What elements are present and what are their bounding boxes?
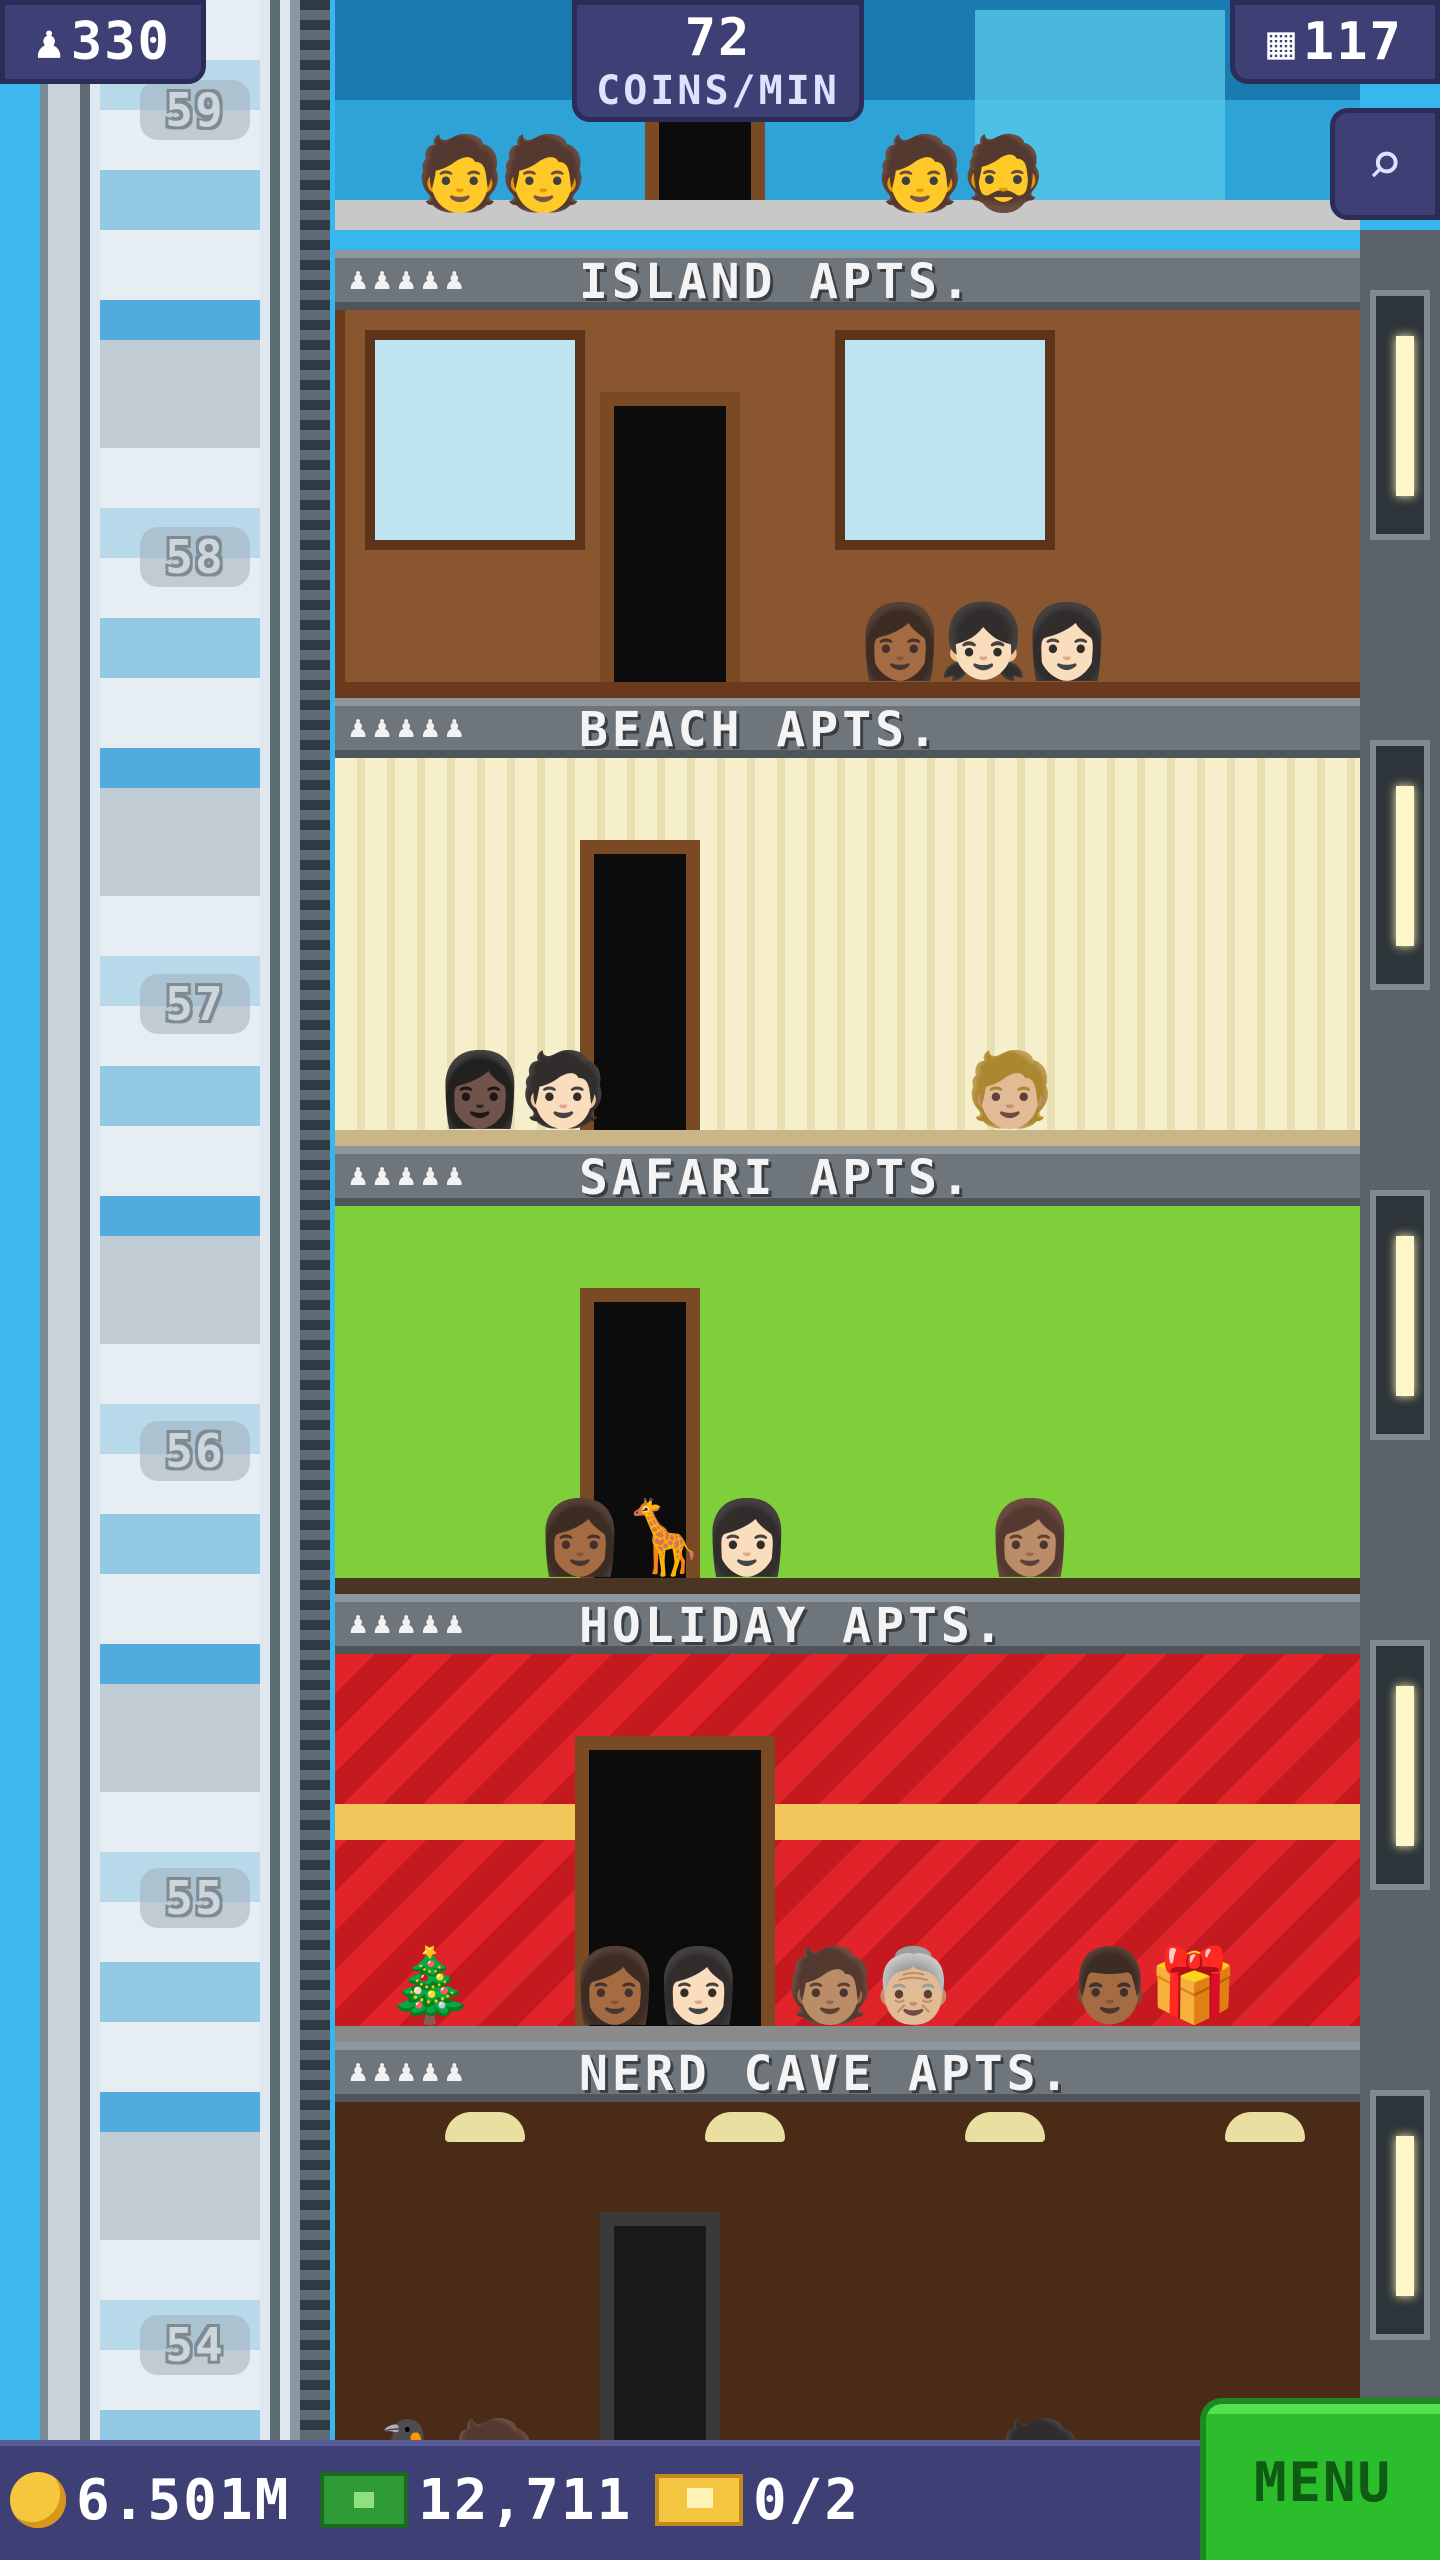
elevator-cable — [300, 0, 330, 2440]
floor-header: ♟♟♟♟♟ BEACH APTS. — [335, 698, 1360, 758]
room-door — [600, 392, 740, 682]
coins-per-minute-label: COINS/MIN — [596, 68, 840, 114]
floor-count-value: 117 — [1302, 12, 1403, 72]
floor-number-56: 56 — [140, 1421, 250, 1481]
coins-counter[interactable]: 6.501M — [10, 2450, 290, 2550]
floor-name: NERD CAVE APTS. — [579, 2046, 1073, 2102]
side-window — [1370, 290, 1430, 540]
residents-group[interactable]: 👩🏿🧑🏻 — [435, 1047, 608, 1132]
coins-per-minute-chip[interactable]: 72 COINS/MIN — [572, 0, 864, 122]
side-window — [1370, 740, 1430, 990]
side-window — [1370, 1640, 1430, 1890]
residents-group[interactable]: 👩🏾🦒👩🏻 — [535, 1495, 792, 1580]
floor-number-57: 57 — [140, 974, 250, 1034]
residents-capacity-icons: ♟♟♟♟♟ — [349, 1158, 470, 1193]
residents-group[interactable]: 👩🏽 — [985, 1495, 1075, 1580]
search-button[interactable]: ⌕ — [1330, 108, 1440, 220]
room-window — [835, 330, 1055, 550]
residents-group[interactable]: 🧑🧔 — [875, 131, 1048, 216]
room-window — [365, 330, 585, 550]
residents-capacity-icons: ♟♟♟♟♟ — [349, 2054, 470, 2089]
residents-group[interactable]: 🧑🏼 — [965, 1047, 1055, 1132]
floor-name: ISLAND APTS. — [579, 254, 974, 310]
christmas-tree: 🎄 — [385, 1943, 475, 2027]
sky — [0, 0, 40, 2560]
floor-header: ♟♟♟♟♟ SAFARI APTS. — [335, 1146, 1360, 1206]
tickets-value: 0/2 — [753, 2467, 861, 2533]
residents-group[interactable]: 🧑🏽👵🏼 — [785, 1943, 958, 2028]
residents-capacity-icons: ♟♟♟♟♟ — [349, 710, 470, 745]
ceiling-lamp — [445, 2112, 525, 2142]
person-icon: ♟ — [35, 15, 63, 69]
room-beach[interactable]: 👩🏿🧑🏻 🧑🏼 — [335, 758, 1360, 1146]
bux-value: 12,711 — [418, 2467, 633, 2533]
bux-counter[interactable]: 12,711 — [320, 2450, 632, 2550]
residents-capacity-icons: ♟♟♟♟♟ — [349, 262, 470, 297]
floor-number-59: 59 — [140, 80, 250, 140]
floor-name: HOLIDAY APTS. — [579, 1598, 1007, 1654]
population-value: 330 — [70, 12, 171, 72]
coins-per-minute-value: 72 — [684, 8, 752, 68]
floor-header: ♟♟♟♟♟ ISLAND APTS. — [335, 250, 1360, 310]
elevator-rail-right — [270, 0, 280, 2440]
bux-icon — [320, 2472, 408, 2528]
population-chip[interactable]: ♟ 330 — [0, 0, 206, 84]
room-safari[interactable]: 👩🏾🦒👩🏻 👩🏽 — [335, 1206, 1360, 1594]
magnifier-icon: ⌕ — [1366, 129, 1404, 199]
elevator-windows — [100, 0, 260, 2440]
residents-group[interactable]: 👩🏾👧🏻👩🏻 — [855, 599, 1112, 684]
floor-header: ♟♟♟♟♟ NERD CAVE APTS. — [335, 2042, 1360, 2102]
coins-value: 6.501M — [76, 2467, 291, 2533]
residents-capacity-icons: ♟♟♟♟♟ — [349, 1606, 470, 1641]
floor-number-58: 58 — [140, 527, 250, 587]
tickets-counter[interactable]: 0/2 — [655, 2450, 860, 2550]
residents-group[interactable]: 🧑🧑 — [415, 131, 588, 216]
room-holiday[interactable]: 🎄 👩🏾👩🏻 🧑🏽👵🏼 👨🏾🎁 — [335, 1654, 1360, 2042]
floor-header: ♟♟♟♟♟ HOLIDAY APTS. — [335, 1594, 1360, 1654]
ceiling-lamp — [965, 2112, 1045, 2142]
floor-number-55: 55 — [140, 1868, 250, 1928]
wall-band — [335, 1804, 1360, 1840]
floor-name: BEACH APTS. — [579, 702, 941, 758]
coin-icon — [10, 2472, 66, 2528]
residents-group[interactable]: 👩🏾👩🏻 — [570, 1943, 743, 2028]
building-icon: ▦ — [1267, 15, 1295, 69]
floor-name: SAFARI APTS. — [579, 1150, 974, 1206]
ceiling-lamp — [705, 2112, 785, 2142]
floor-number-54: 54 — [140, 2315, 250, 2375]
room-island[interactable]: 👩🏾👧🏻👩🏻 — [335, 310, 1360, 698]
side-window — [1370, 2090, 1430, 2340]
residents-group[interactable]: 👨🏾🎁 — [1065, 1943, 1238, 2028]
elevator-rail-left — [80, 0, 90, 2440]
floor-count-chip[interactable]: ▦ 117 — [1230, 0, 1440, 84]
menu-button[interactable]: MENU — [1200, 2398, 1440, 2560]
ticket-icon — [655, 2474, 743, 2526]
side-window — [1370, 1190, 1430, 1440]
ceiling-lamp — [1225, 2112, 1305, 2142]
